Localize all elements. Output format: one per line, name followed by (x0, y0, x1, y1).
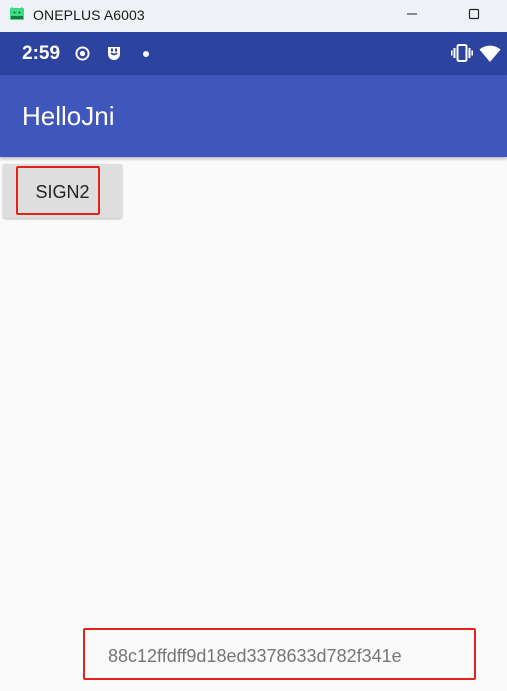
status-bar: 2:59 (0, 32, 507, 75)
vibrate-icon (451, 44, 473, 62)
dot-icon (143, 51, 149, 57)
minimize-icon (407, 13, 417, 15)
result-text: 88c12ffdff9d18ed3378633d782f341e (108, 646, 402, 666)
target-icon (75, 46, 90, 61)
window-title: ONEPLUS A6003 (33, 7, 145, 23)
status-time: 2:59 (22, 43, 61, 64)
android-device-icon (10, 6, 24, 20)
app-bar: HelloJni (0, 75, 507, 157)
minimize-button[interactable] (389, 0, 435, 28)
sign2-button[interactable] (3, 164, 122, 218)
app-title: HelloJni (22, 101, 115, 131)
maximize-icon (468, 8, 480, 20)
window-titlebar: ONEPLUS A6003 (0, 0, 507, 32)
wifi-icon (479, 45, 501, 62)
notification-app-icon (108, 47, 120, 60)
maximize-button[interactable] (451, 0, 497, 28)
